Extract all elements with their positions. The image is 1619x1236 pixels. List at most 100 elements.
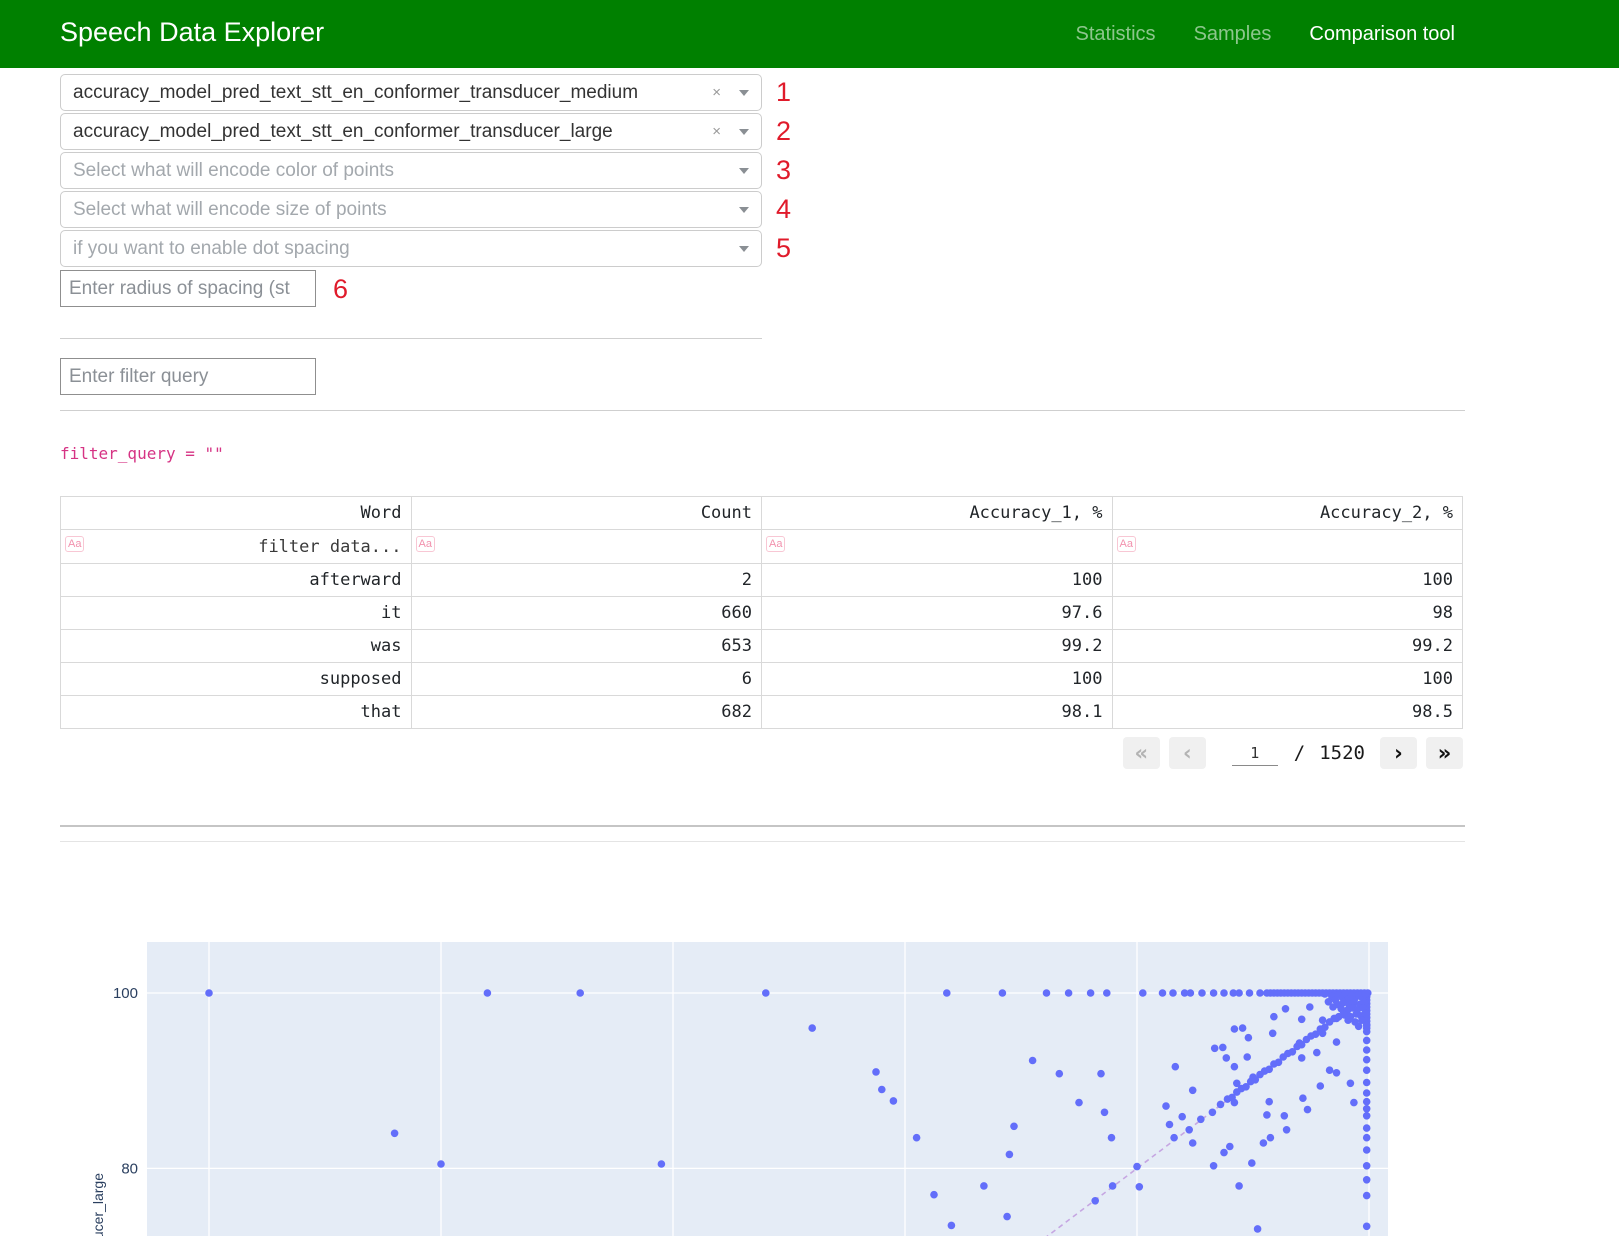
data-point[interactable] — [391, 1130, 399, 1138]
data-point[interactable] — [1363, 1022, 1371, 1030]
data-point[interactable] — [1169, 989, 1177, 997]
data-point[interactable] — [943, 989, 951, 997]
data-point[interactable] — [1136, 1183, 1144, 1191]
data-point[interactable] — [1209, 1109, 1217, 1117]
column-header[interactable]: Word — [61, 497, 412, 530]
data-point[interactable] — [1269, 1030, 1277, 1038]
data-point[interactable] — [1355, 1023, 1363, 1031]
case-sensitive-icon[interactable]: Aa — [766, 536, 785, 552]
column-filter-cell[interactable]: Aa — [762, 530, 1113, 564]
data-point[interactable] — [1003, 1213, 1011, 1221]
data-point[interactable] — [1363, 1089, 1371, 1097]
filter-query-input[interactable] — [60, 358, 316, 395]
clear-icon[interactable]: × — [712, 124, 721, 139]
data-point[interactable] — [1333, 1038, 1341, 1046]
data-point[interactable] — [1187, 989, 1195, 997]
column-filter-cell[interactable]: Aafilter data... — [61, 530, 412, 564]
data-point[interactable] — [1087, 989, 1095, 997]
data-point[interactable] — [1363, 1056, 1371, 1064]
data-point[interactable] — [1363, 1162, 1371, 1170]
select-control-2[interactable]: accuracy_model_pred_text_stt_en_conforme… — [60, 113, 762, 150]
data-point[interactable] — [1363, 1066, 1371, 1074]
data-point[interactable] — [437, 1160, 445, 1168]
data-point[interactable] — [878, 1086, 886, 1094]
data-point[interactable] — [658, 1160, 666, 1168]
data-point[interactable] — [1231, 1099, 1239, 1107]
case-sensitive-icon[interactable]: Aa — [1117, 536, 1136, 552]
data-point[interactable] — [1166, 1121, 1174, 1129]
first-page-button[interactable]: « — [1123, 737, 1160, 769]
data-point[interactable] — [1198, 989, 1206, 997]
data-point[interactable] — [1306, 1003, 1314, 1011]
data-point[interactable] — [1211, 1045, 1219, 1053]
data-point[interactable] — [1296, 1039, 1304, 1047]
data-point[interactable] — [1248, 1159, 1256, 1167]
prev-page-button[interactable]: ‹ — [1169, 737, 1206, 769]
data-point[interactable] — [1313, 1049, 1321, 1057]
data-point[interactable] — [1363, 1134, 1371, 1142]
next-page-button[interactable]: › — [1380, 737, 1417, 769]
column-header[interactable]: Count — [411, 497, 762, 530]
data-point[interactable] — [1249, 1073, 1257, 1081]
case-sensitive-icon[interactable]: Aa — [416, 536, 435, 552]
data-point[interactable] — [1363, 1046, 1371, 1054]
data-point[interactable] — [1231, 1025, 1239, 1033]
data-point[interactable] — [1010, 1123, 1018, 1131]
data-point[interactable] — [1091, 1197, 1099, 1205]
data-point[interactable] — [930, 1191, 938, 1199]
data-point[interactable] — [1075, 1099, 1083, 1107]
data-point[interactable] — [1101, 1109, 1109, 1117]
data-point[interactable] — [1231, 1063, 1239, 1071]
data-point[interactable] — [1172, 1063, 1180, 1071]
data-point[interactable] — [1299, 1094, 1307, 1102]
data-point[interactable] — [1189, 1087, 1197, 1095]
chevron-down-icon[interactable] — [739, 246, 749, 252]
case-sensitive-icon[interactable]: Aa — [65, 536, 84, 552]
data-point[interactable] — [1139, 989, 1147, 997]
data-point[interactable] — [1333, 1069, 1341, 1077]
column-filter-cell[interactable]: Aa — [1112, 530, 1463, 564]
data-point[interactable] — [1326, 1066, 1334, 1074]
data-point[interactable] — [1319, 1016, 1327, 1024]
accuracy-scatter-plot[interactable]: 10080accuracy_model_pred_text_stt_en_con… — [0, 906, 1619, 1236]
data-point[interactable] — [1133, 1163, 1141, 1171]
data-point[interactable] — [1362, 990, 1370, 998]
data-point[interactable] — [484, 989, 492, 997]
data-point[interactable] — [1223, 1054, 1231, 1062]
data-point[interactable] — [1097, 1070, 1105, 1078]
data-point[interactable] — [1256, 989, 1264, 997]
data-point[interactable] — [999, 989, 1007, 997]
data-point[interactable] — [1363, 1192, 1371, 1200]
data-point[interactable] — [1243, 1053, 1251, 1061]
data-point[interactable] — [1235, 1182, 1243, 1190]
data-point[interactable] — [1235, 989, 1243, 997]
data-point[interactable] — [1210, 989, 1218, 997]
data-point[interactable] — [1056, 1070, 1064, 1078]
data-point[interactable] — [1282, 1005, 1290, 1013]
data-point[interactable] — [980, 1182, 988, 1190]
data-point[interactable] — [1109, 1182, 1117, 1190]
chevron-down-icon[interactable] — [739, 207, 749, 213]
data-point[interactable] — [1350, 1099, 1358, 1107]
data-point[interactable] — [1217, 1101, 1225, 1109]
data-point[interactable] — [1245, 1034, 1253, 1042]
radius-of-spacing-input[interactable] — [60, 270, 316, 307]
data-point[interactable] — [1344, 1016, 1352, 1024]
data-point[interactable] — [1363, 1176, 1371, 1184]
select-control-5[interactable]: if you want to enable dot spacing — [60, 230, 762, 267]
data-point[interactable] — [1108, 1134, 1116, 1142]
data-point[interactable] — [1283, 1126, 1291, 1134]
chevron-down-icon[interactable] — [739, 90, 749, 96]
data-point[interactable] — [1006, 1151, 1014, 1159]
data-point[interactable] — [1189, 1139, 1197, 1147]
chevron-down-icon[interactable] — [739, 168, 749, 174]
data-point[interactable] — [872, 1068, 880, 1076]
data-point[interactable] — [1220, 989, 1228, 997]
data-point[interactable] — [1263, 1111, 1271, 1119]
page-number-input[interactable] — [1232, 740, 1278, 766]
data-point[interactable] — [1220, 1149, 1228, 1157]
column-filter-cell[interactable]: Aa — [411, 530, 762, 564]
last-page-button[interactable]: » — [1426, 737, 1463, 769]
data-point[interactable] — [1267, 1134, 1275, 1142]
data-point[interactable] — [1185, 1126, 1193, 1134]
